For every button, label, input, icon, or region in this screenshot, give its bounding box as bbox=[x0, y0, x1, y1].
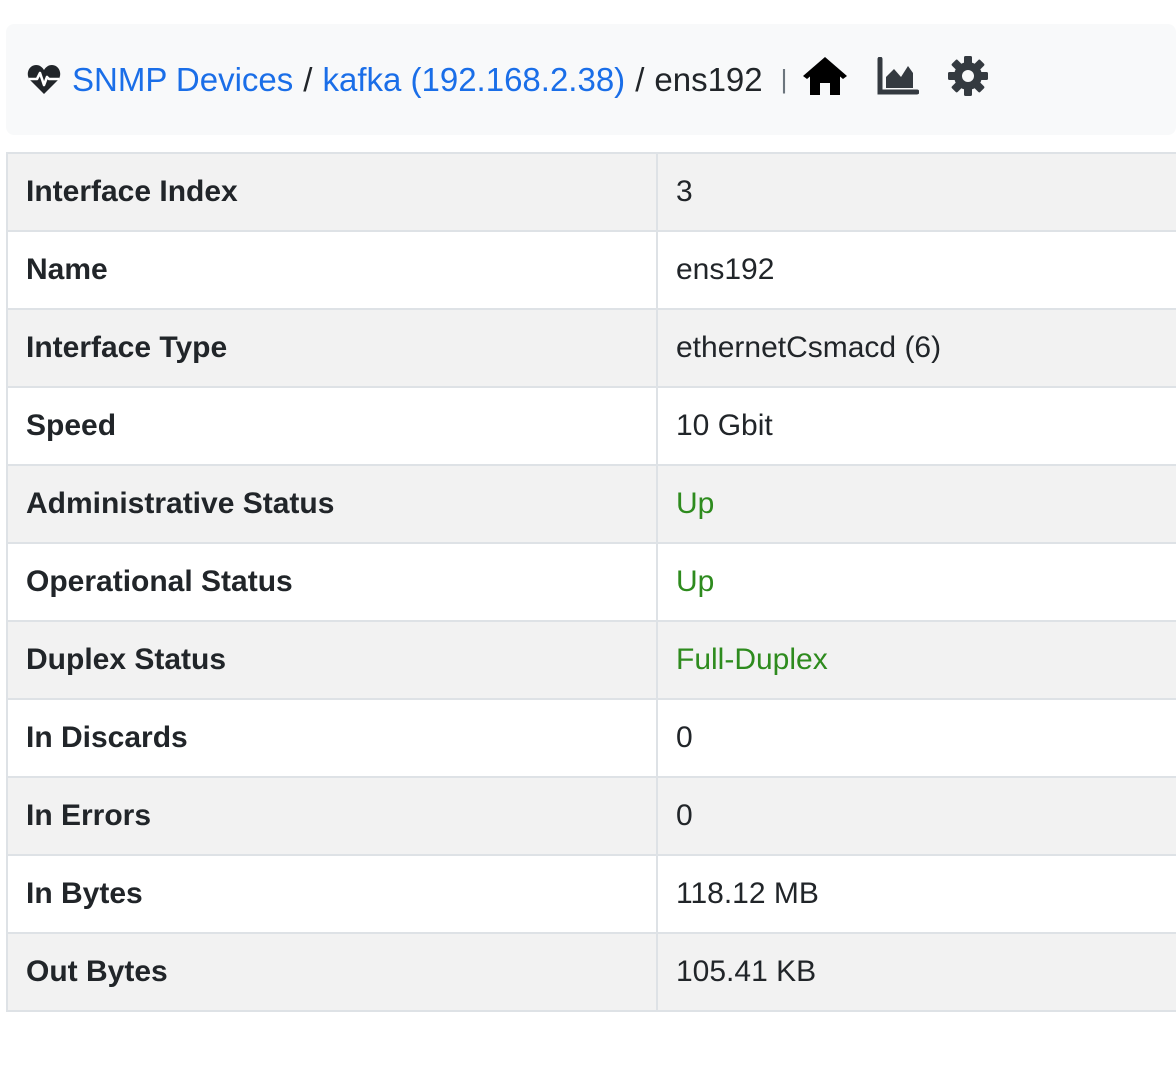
row-value: 0 bbox=[656, 776, 1176, 856]
home-icon[interactable] bbox=[801, 55, 849, 105]
table-row: Interface Type ethernetCsmacd (6) bbox=[6, 308, 1176, 388]
status-value: Up bbox=[656, 464, 1176, 544]
row-label: Speed bbox=[6, 386, 658, 466]
table-row: In Errors 0 bbox=[6, 776, 1176, 856]
row-value: ens192 bbox=[656, 230, 1176, 310]
breadcrumb-current-interface: ens192 bbox=[654, 60, 763, 98]
row-value: 10 Gbit bbox=[656, 386, 1176, 466]
interface-detail-page: SNMP Devices / kafka (192.168.2.38) / en… bbox=[0, 0, 1176, 1072]
breadcrumb-separator: / bbox=[635, 60, 645, 98]
status-value: Up bbox=[656, 542, 1176, 622]
breadcrumb: SNMP Devices / kafka (192.168.2.38) / en… bbox=[6, 24, 1176, 135]
gear-icon[interactable] bbox=[947, 55, 989, 105]
breadcrumb-snmp-devices-link[interactable]: SNMP Devices bbox=[72, 61, 293, 99]
table-row: Speed 10 Gbit bbox=[6, 386, 1176, 466]
row-value: 118.12 MB bbox=[656, 854, 1176, 934]
table-row: Duplex Status Full-Duplex bbox=[6, 620, 1176, 700]
row-label: In Bytes bbox=[6, 854, 658, 934]
row-label: Interface Index bbox=[6, 152, 658, 232]
heartbeat-icon bbox=[26, 62, 62, 98]
table-row: Name ens192 bbox=[6, 230, 1176, 310]
row-label: Interface Type bbox=[6, 308, 658, 388]
table-row: Out Bytes 105.41 KB bbox=[6, 932, 1176, 1012]
table-row: Operational Status Up bbox=[6, 542, 1176, 622]
row-value: 105.41 KB bbox=[656, 932, 1176, 1012]
row-value: ethernetCsmacd (6) bbox=[656, 308, 1176, 388]
table-row: In Bytes 118.12 MB bbox=[6, 854, 1176, 934]
breadcrumb-separator: / bbox=[303, 60, 313, 98]
table-row: Administrative Status Up bbox=[6, 464, 1176, 544]
row-label: Duplex Status bbox=[6, 620, 658, 700]
table-row: In Discards 0 bbox=[6, 698, 1176, 778]
table-row: Interface Index 3 bbox=[6, 152, 1176, 232]
row-label: Name bbox=[6, 230, 658, 310]
row-label: Operational Status bbox=[6, 542, 658, 622]
row-label: In Discards bbox=[6, 698, 658, 778]
interface-details-table: Interface Index 3 Name ens192 Interface Type… bbox=[6, 152, 1176, 1012]
toolbar-divider: | bbox=[780, 64, 788, 94]
status-value: Full-Duplex bbox=[656, 620, 1176, 700]
area-chart-icon[interactable] bbox=[877, 56, 920, 103]
row-label: Out Bytes bbox=[6, 932, 658, 1012]
row-value: 0 bbox=[656, 698, 1176, 778]
row-label: Administrative Status bbox=[6, 464, 658, 544]
row-label: In Errors bbox=[6, 776, 658, 856]
breadcrumb-device-link[interactable]: kafka (192.168.2.38) bbox=[322, 61, 625, 99]
row-value: 3 bbox=[656, 152, 1176, 232]
